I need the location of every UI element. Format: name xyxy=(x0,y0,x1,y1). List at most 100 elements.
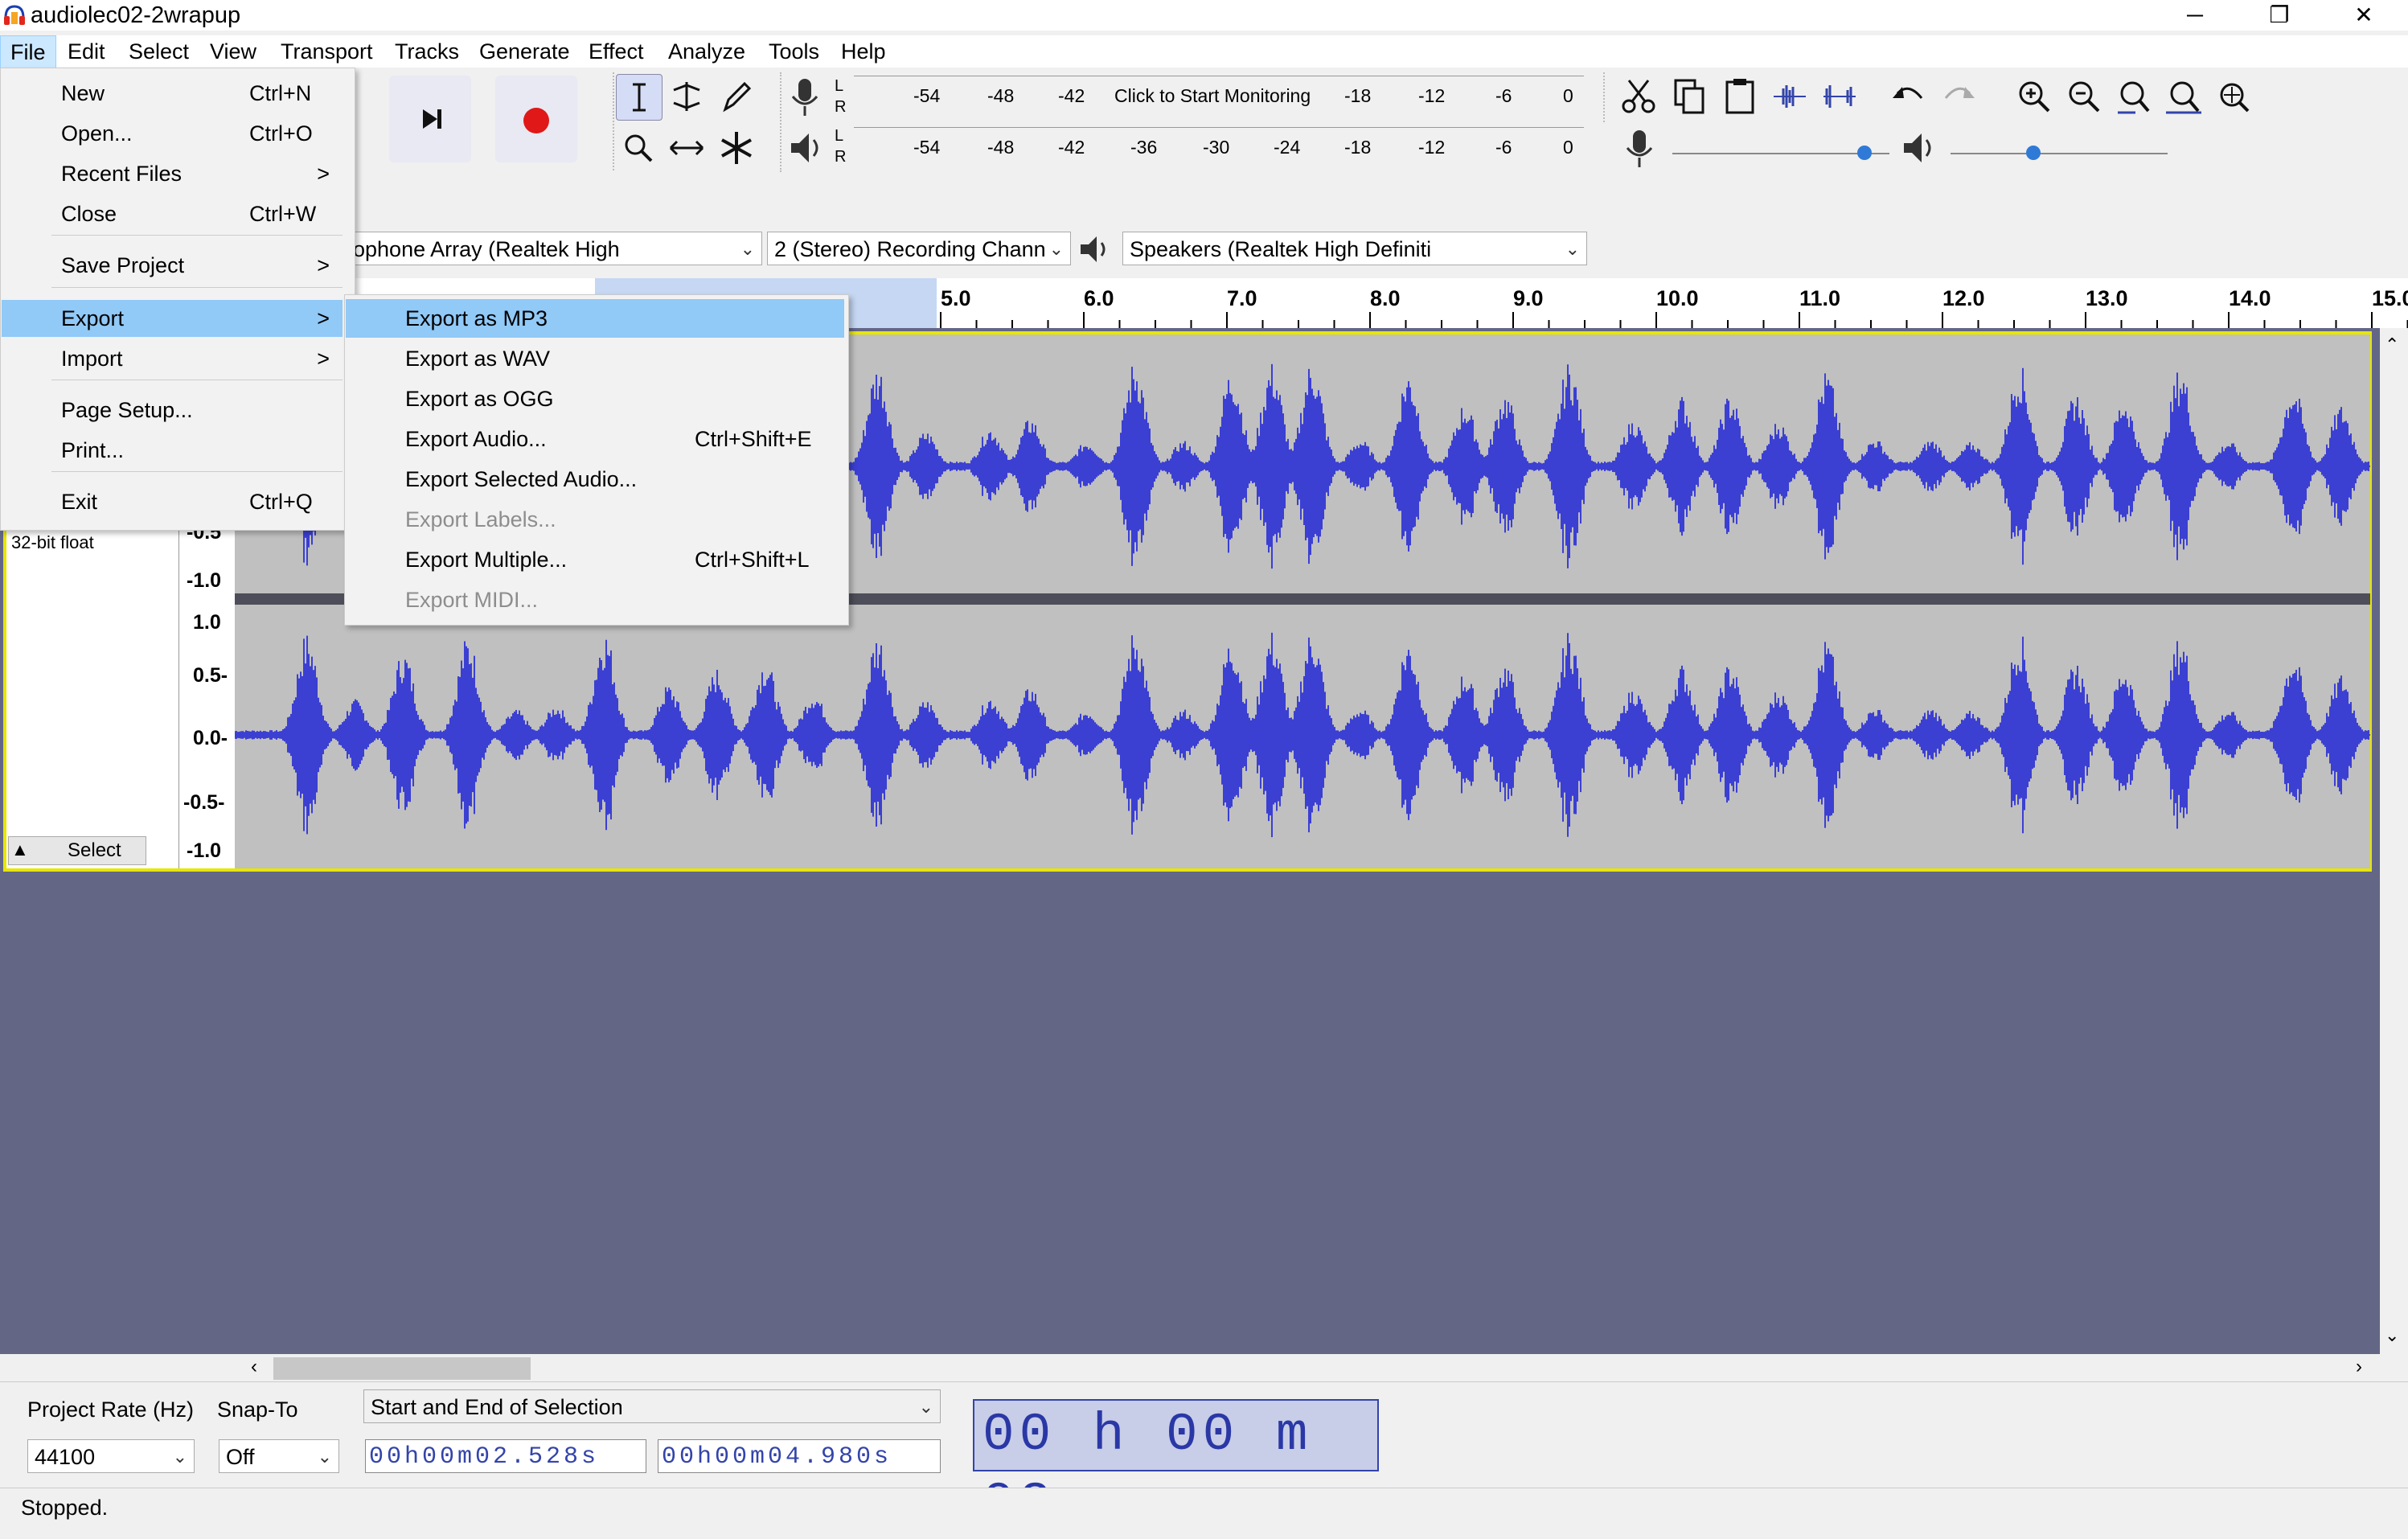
selection-mode-select[interactable]: Start and End of Selection ⌄ xyxy=(363,1389,941,1423)
audio-position-time[interactable]: 00 h 00 m 03 s xyxy=(973,1399,1379,1534)
zoom-toggle-icon[interactable] xyxy=(2211,74,2256,119)
export-menu-item-export-as-wav[interactable]: Export as WAV xyxy=(346,339,844,378)
export-menu-item-export-selected-audio[interactable]: Export Selected Audio... xyxy=(346,460,844,499)
scroll-right-icon[interactable]: › xyxy=(2356,1356,2362,1378)
menu-file[interactable]: File xyxy=(0,35,56,69)
scroll-left-icon[interactable]: ‹ xyxy=(251,1356,257,1378)
recording-volume-icon xyxy=(1626,130,1653,167)
play-tick: -42 xyxy=(1058,137,1085,158)
menu-generate[interactable]: Generate xyxy=(470,35,580,68)
recording-channels-select[interactable]: 2 (Stereo) Recording Chann ⌄ xyxy=(767,232,1071,265)
recording-volume-thumb[interactable] xyxy=(1857,146,1872,160)
speaker-icon[interactable] xyxy=(785,125,825,170)
zoom-out-icon[interactable] xyxy=(2061,74,2106,119)
monitor-label[interactable]: Click to Start Monitoring xyxy=(1114,85,1311,107)
project-rate-select[interactable]: 44100 ⌄ xyxy=(27,1439,195,1473)
file-menu-item-import[interactable]: Import > xyxy=(2,340,343,377)
playback-device-speaker-icon xyxy=(1081,236,1106,262)
horizontal-scrollbar[interactable] xyxy=(241,1354,2380,1381)
skip-end-button[interactable] xyxy=(389,76,471,162)
scale-label: -1.0 xyxy=(187,839,222,862)
play-meter-l: L xyxy=(835,127,844,145)
record-icon xyxy=(523,108,549,133)
silence-audio-icon[interactable] xyxy=(1817,74,1862,119)
playback-volume-thumb[interactable] xyxy=(2026,146,2041,160)
menu-view[interactable]: View xyxy=(200,35,266,68)
menu-item-label: Print... xyxy=(61,438,125,462)
trim-audio-icon[interactable] xyxy=(1767,74,1812,119)
snap-to-label: Snap-To xyxy=(217,1397,298,1422)
play-tick: 0 xyxy=(1563,137,1573,158)
close-button[interactable]: ✕ xyxy=(2324,0,2404,31)
playback-device-select[interactable]: Speakers (Realtek High Definiti ⌄ xyxy=(1122,232,1587,265)
menu-edit[interactable]: Edit xyxy=(58,35,115,68)
copy-icon[interactable] xyxy=(1668,74,1713,119)
play-tick: -18 xyxy=(1344,137,1372,158)
menu-analyze[interactable]: Analyze xyxy=(658,35,755,68)
recording-device-select[interactable]: ophone Array (Realtek High ⌄ xyxy=(346,232,762,265)
menu-item-label: Export xyxy=(61,306,125,330)
menu-item-shortcut: Ctrl+Shift+E xyxy=(695,427,812,451)
status-bar xyxy=(0,1488,2408,1520)
menu-item-label: Export as MP3 xyxy=(405,306,548,330)
menu-item-label: Export Selected Audio... xyxy=(405,467,638,491)
file-menu-item-exit[interactable]: Exit Ctrl+Q xyxy=(2,483,343,520)
fit-selection-icon[interactable] xyxy=(2111,74,2156,119)
menu-transport[interactable]: Transport xyxy=(271,35,383,68)
vertical-scrollbar[interactable] xyxy=(2380,328,2408,1354)
file-menu-item-page-setup[interactable]: Page Setup... xyxy=(2,392,343,429)
menu-select[interactable]: Select xyxy=(119,35,199,68)
export-menu-item-export-audio[interactable]: Export Audio... Ctrl+Shift+E xyxy=(346,420,844,458)
menu-effect[interactable]: Effect xyxy=(579,35,654,68)
scroll-down-icon[interactable]: ⌄ xyxy=(2385,1325,2399,1346)
restore-button[interactable]: ❐ xyxy=(2239,0,2320,31)
menu-tools[interactable]: Tools xyxy=(759,35,829,68)
magnifier-icon xyxy=(625,134,653,162)
export-menu-item-export-multiple[interactable]: Export Multiple... Ctrl+Shift+L xyxy=(346,540,844,579)
horizontal-scroll-thumb[interactable] xyxy=(273,1357,531,1380)
file-menu-item-export[interactable]: Export > xyxy=(2,300,343,337)
multi-tool[interactable] xyxy=(714,125,759,170)
cut-icon[interactable] xyxy=(1616,74,1661,119)
export-menu-item-export-as-ogg[interactable]: Export as OGG xyxy=(346,380,844,418)
snap-to-select[interactable]: Off ⌄ xyxy=(219,1439,339,1473)
selection-end-time[interactable]: 00h00m04.980s xyxy=(658,1439,941,1473)
zoom-tool[interactable] xyxy=(616,125,661,170)
collapse-track-icon[interactable]: ▲ xyxy=(11,838,29,862)
export-menu-item-export-as-mp3[interactable]: Export as MP3 xyxy=(346,299,844,338)
asterisk-icon xyxy=(721,132,752,164)
file-menu-item-print[interactable]: Print... xyxy=(2,432,343,469)
recording-channels-value: 2 (Stereo) Recording Chann xyxy=(774,237,1046,261)
audacity-logo-icon xyxy=(4,5,25,25)
record-button[interactable] xyxy=(495,76,577,162)
file-menu-item-recent-files[interactable]: Recent Files > xyxy=(2,155,343,192)
file-menu-item-save-project[interactable]: Save Project > xyxy=(2,247,343,284)
menu-help[interactable]: Help xyxy=(831,35,896,68)
zoom-in-icon[interactable] xyxy=(2012,74,2057,119)
menu-item-label: Export MIDI... xyxy=(405,588,539,612)
file-menu-item-close[interactable]: Close Ctrl+W xyxy=(2,195,343,232)
track-select-button[interactable]: Select xyxy=(68,839,121,862)
playback-volume-slider[interactable] xyxy=(1951,153,2168,154)
file-menu-item-new[interactable]: New Ctrl+N xyxy=(2,75,343,112)
microphone-icon[interactable] xyxy=(785,74,825,119)
file-menu-item-open[interactable]: Open... Ctrl+O xyxy=(2,115,343,152)
scale-label: 0.0- xyxy=(193,727,228,749)
minimize-button[interactable]: ─ xyxy=(2155,0,2235,31)
undo-icon[interactable] xyxy=(1886,74,1931,119)
paste-icon[interactable] xyxy=(1717,74,1762,119)
scroll-up-icon[interactable]: ⌃ xyxy=(2385,334,2399,355)
play-tick: -12 xyxy=(1418,137,1446,158)
selection-tool[interactable] xyxy=(616,74,663,121)
play-tick: -54 xyxy=(913,137,941,158)
draw-tool[interactable] xyxy=(714,74,759,119)
envelope-tool[interactable] xyxy=(664,74,709,119)
selection-start-time[interactable]: 00h00m02.528s xyxy=(365,1439,646,1473)
play-meter-r: R xyxy=(835,148,847,166)
timeshift-tool[interactable] xyxy=(664,125,709,170)
fit-project-icon[interactable] xyxy=(2161,74,2206,119)
project-rate-value: 44100 xyxy=(35,1445,96,1469)
export-menu-item-export-labels: Export Labels... xyxy=(346,500,844,539)
menu-tracks[interactable]: Tracks xyxy=(385,35,469,68)
redo-icon[interactable] xyxy=(1936,74,1981,119)
